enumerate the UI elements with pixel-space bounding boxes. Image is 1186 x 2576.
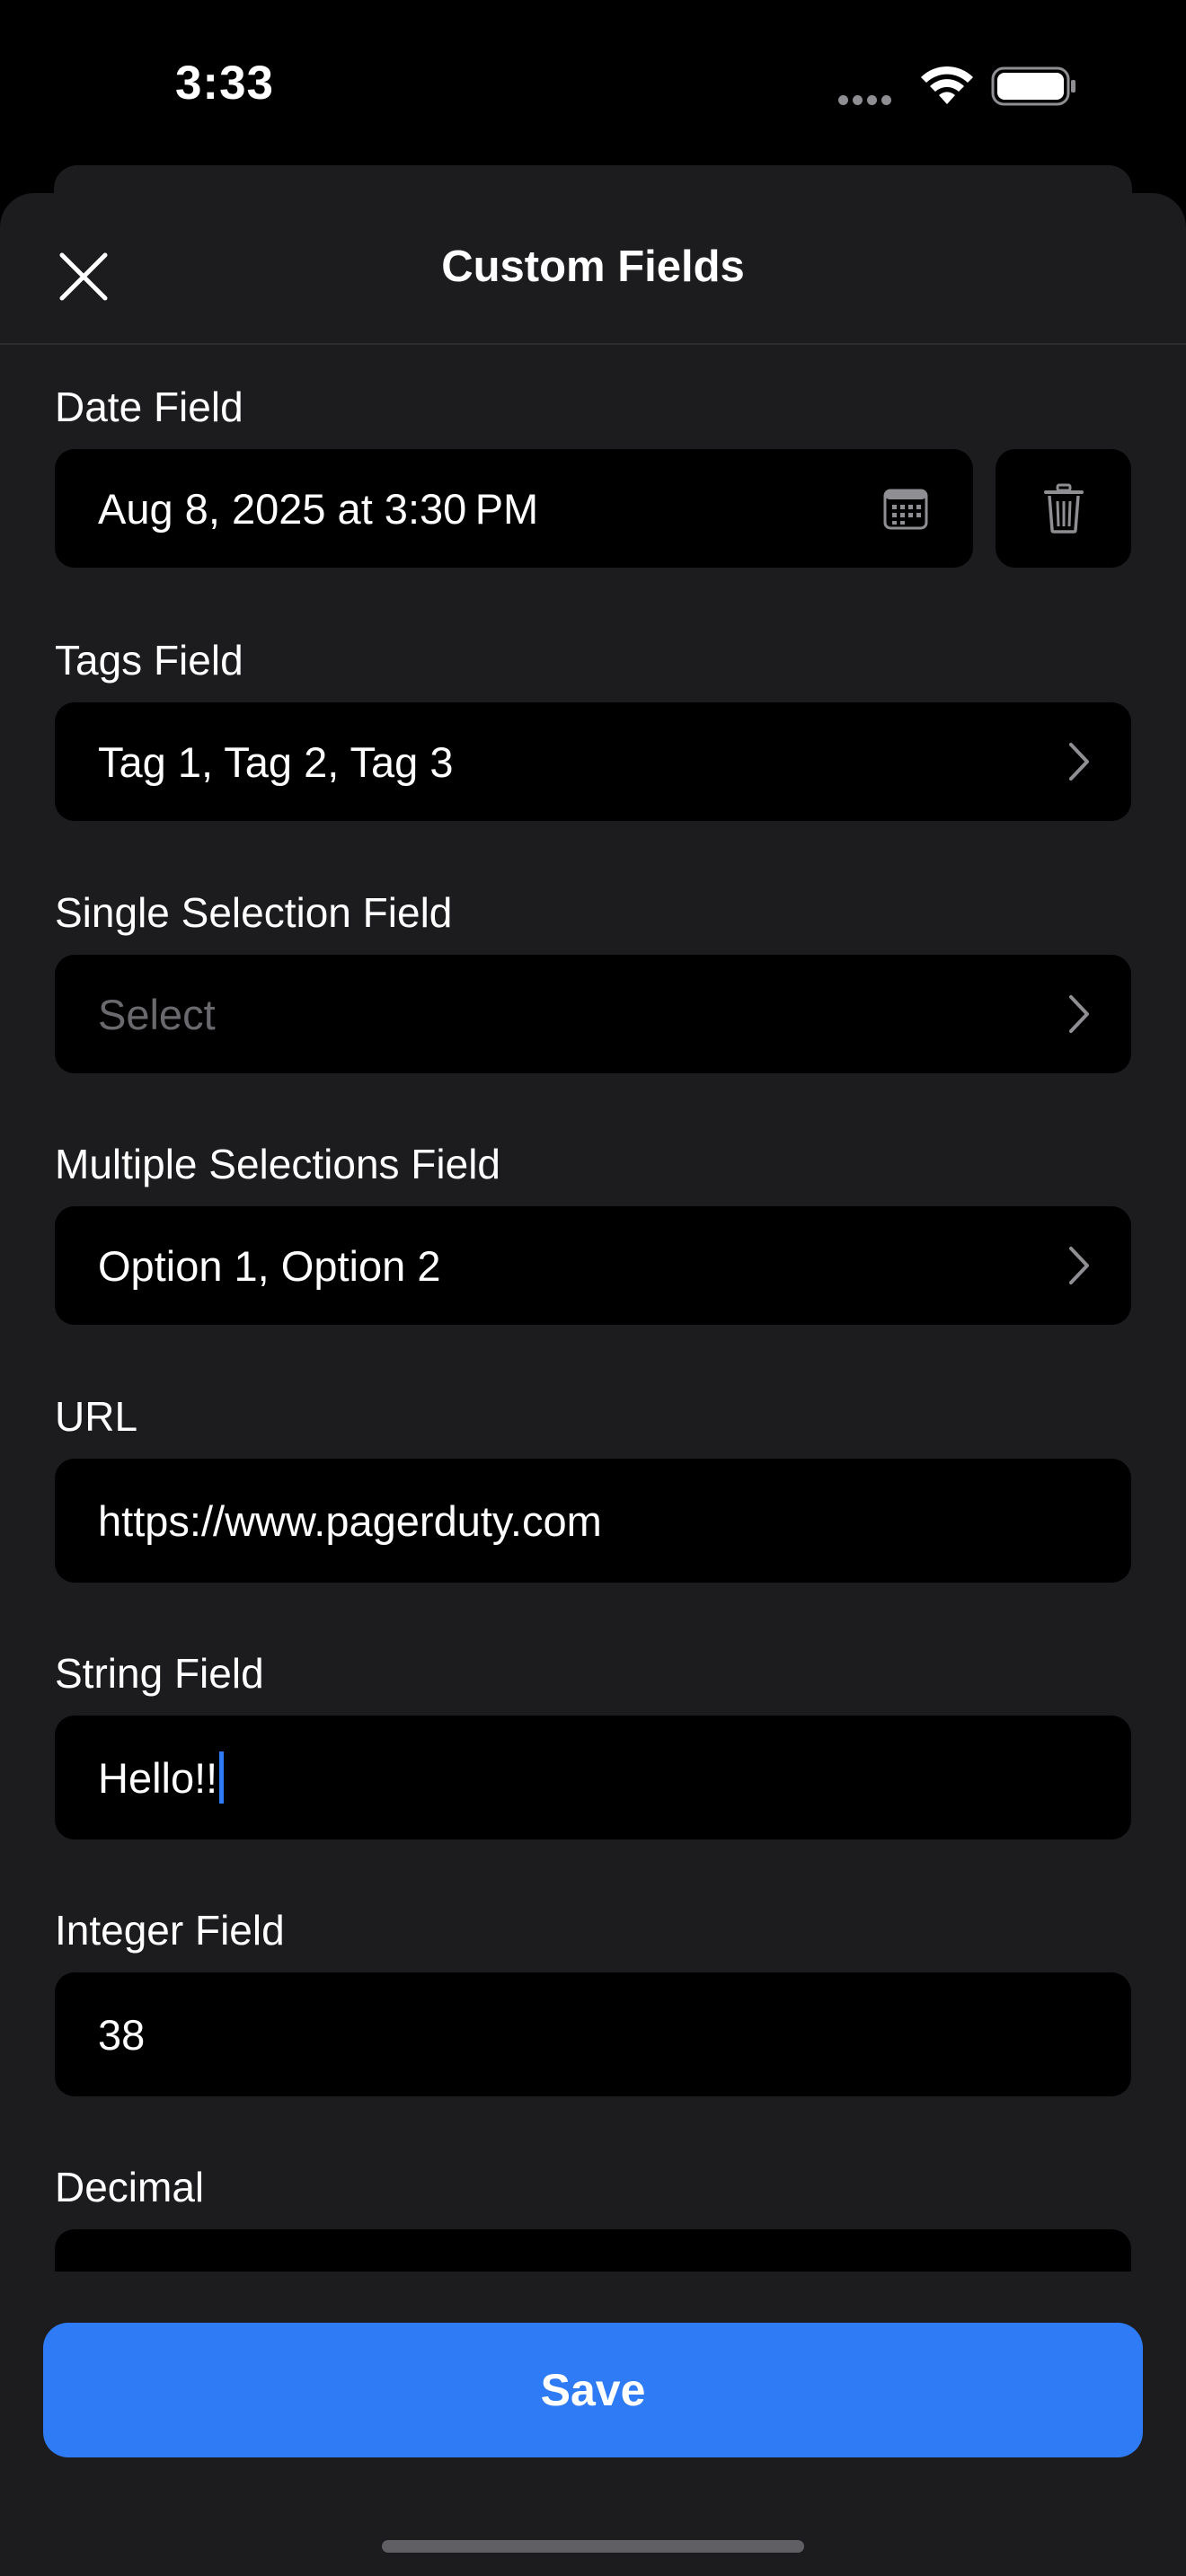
decimal-field-label: Decimal (55, 2164, 205, 2210)
date-field-value: Aug 8, 2025 at 3:30 PM (98, 484, 539, 533)
string-field-label: String Field (55, 1650, 264, 1697)
page-title: Custom Fields (441, 243, 745, 291)
home-indicator (382, 2540, 804, 2553)
status-time: 3:33 (174, 57, 275, 110)
battery-icon (991, 66, 1075, 106)
custom-fields-sheet: Custom Fields Date Field Aug 8, 2025 at … (0, 193, 1186, 2576)
fields-list[interactable]: Date Field Aug 8, 2025 at 3:30 PM Tags F… (0, 347, 1186, 2272)
multiple-selections-field-value: Option 1, Option 2 (98, 1241, 441, 1290)
tags-field[interactable]: Tag 1, Tag 2, Tag 3 (55, 702, 1131, 821)
integer-field-value: 38 (98, 2010, 146, 2059)
single-selection-field[interactable]: Select (55, 955, 1131, 1073)
chevron-right-icon (1069, 995, 1089, 1033)
delete-date-button[interactable] (996, 449, 1131, 568)
trash-icon (1043, 483, 1084, 534)
wifi-icon (921, 66, 973, 104)
url-field[interactable]: https://www.pagerduty.com (55, 1459, 1131, 1583)
save-button[interactable]: Save (43, 2323, 1143, 2457)
date-field-label: Date Field (55, 384, 243, 430)
single-selection-field-label: Single Selection Field (55, 889, 453, 936)
decimal-field[interactable] (55, 2229, 1131, 2272)
single-selection-placeholder: Select (98, 990, 216, 1038)
sheet-header: Custom Fields (0, 193, 1186, 345)
string-field[interactable]: Hello!! (55, 1716, 1131, 1839)
url-field-label: URL (55, 1393, 138, 1440)
chevron-right-icon (1069, 743, 1089, 781)
status-bar: 3:33 (0, 0, 1186, 166)
signal-dots-icon (838, 93, 901, 106)
calendar-icon[interactable] (883, 489, 928, 530)
multiple-selections-field-label: Multiple Selections Field (55, 1141, 501, 1187)
string-field-value: Hello!! (98, 1753, 218, 1802)
chevron-right-icon (1069, 1247, 1089, 1284)
date-field[interactable]: Aug 8, 2025 at 3:30 PM (55, 449, 973, 568)
text-cursor (219, 1751, 225, 1804)
tags-field-value: Tag 1, Tag 2, Tag 3 (98, 737, 454, 786)
url-field-value: https://www.pagerduty.com (98, 1496, 602, 1545)
integer-field-label: Integer Field (55, 1907, 285, 1954)
multiple-selections-field[interactable]: Option 1, Option 2 (55, 1206, 1131, 1325)
integer-field[interactable]: 38 (55, 1972, 1131, 2096)
tags-field-label: Tags Field (55, 637, 243, 684)
